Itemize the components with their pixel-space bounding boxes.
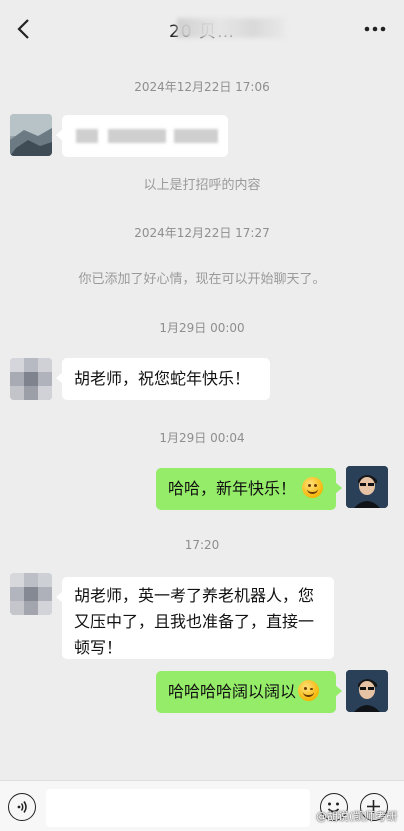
avatar-self[interactable] bbox=[346, 670, 388, 712]
timestamp: 2024年12月22日 17:27 bbox=[134, 226, 270, 240]
timestamp: 17:20 bbox=[184, 538, 220, 552]
message-text: 哈哈，新年快乐！ bbox=[168, 479, 297, 498]
chat-title: 20 贝… bbox=[169, 17, 285, 42]
message-text: 胡老师，祝您蛇年快乐！ bbox=[74, 369, 251, 388]
avatar-image bbox=[10, 114, 52, 156]
more-button[interactable] bbox=[360, 16, 390, 42]
title-blur-overlay bbox=[176, 17, 285, 38]
avatar-self[interactable] bbox=[346, 466, 388, 508]
ellipsis-icon bbox=[364, 26, 386, 32]
back-button[interactable] bbox=[6, 12, 40, 46]
avatar[interactable] bbox=[10, 114, 52, 156]
grin-emoji-icon bbox=[302, 477, 324, 498]
blurred-text bbox=[76, 129, 98, 143]
incoming-message[interactable]: 胡老师，英一考了养老机器人，您 又压中了，且我也准备了，直接一 顿写！ bbox=[56, 577, 334, 659]
avatar-image bbox=[346, 670, 388, 712]
message-input[interactable] bbox=[46, 789, 310, 827]
outgoing-message[interactable]: 哈哈哈哈阔以阔以 bbox=[156, 671, 342, 713]
watermark: @胡说(凯师考研 bbox=[316, 810, 398, 823]
timestamp: 1月29日 00:04 bbox=[159, 431, 245, 445]
incoming-message[interactable]: 胡老师，祝您蛇年快乐！ bbox=[56, 358, 270, 400]
blurred-text bbox=[108, 129, 166, 143]
avatar-image bbox=[10, 358, 52, 400]
message-text-line: 胡老师，英一考了养老机器人，您 bbox=[74, 586, 315, 605]
wink-emoji-icon bbox=[298, 680, 320, 701]
avatar-image bbox=[346, 466, 388, 508]
timestamp: 2024年12月22日 17:06 bbox=[134, 80, 270, 94]
chat-header: 20 贝… bbox=[0, 0, 404, 58]
outgoing-message[interactable]: 哈哈，新年快乐！ bbox=[156, 468, 342, 510]
avatar[interactable] bbox=[10, 358, 52, 400]
voice-button[interactable] bbox=[8, 793, 36, 821]
avatar-image bbox=[10, 573, 52, 615]
message-text: 哈哈哈哈阔以阔以 bbox=[168, 682, 297, 701]
system-notice: 你已添加了好心情，现在可以开始聊天了。 bbox=[78, 272, 326, 287]
chat-area[interactable]: 2024年12月22日 17:06 以上是打招呼的内容 2024年12月22日 … bbox=[0, 58, 404, 780]
message-text-line: 顿写！ bbox=[74, 638, 123, 657]
message-text-line: 又压中了，且我也准备了，直接一 bbox=[74, 612, 315, 631]
system-notice: 以上是打招呼的内容 bbox=[143, 178, 261, 193]
chevron-left-icon bbox=[17, 19, 29, 39]
blurred-text bbox=[174, 129, 218, 143]
timestamp: 1月29日 00:00 bbox=[159, 321, 245, 335]
voice-icon bbox=[17, 801, 27, 813]
greeting-bubble[interactable] bbox=[56, 115, 228, 157]
avatar[interactable] bbox=[10, 573, 52, 615]
